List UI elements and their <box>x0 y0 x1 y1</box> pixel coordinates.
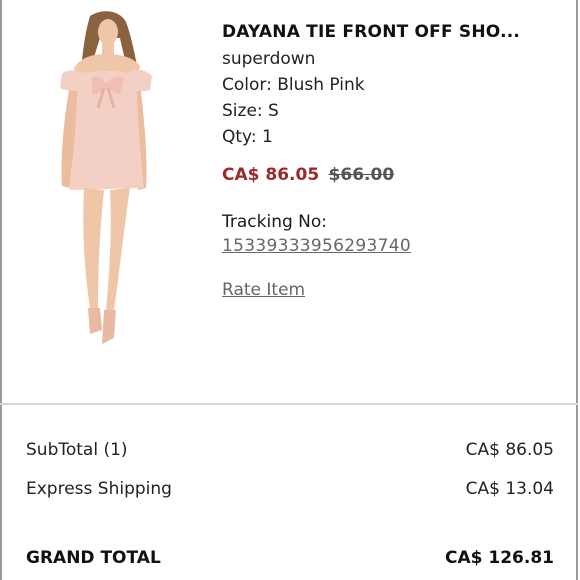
tracking-number-link[interactable]: 15339333956293740 <box>222 234 572 258</box>
product-details: DAYANA TIE FRONT OFF SHO... superdown Co… <box>222 18 572 302</box>
rate-item-link[interactable]: Rate Item <box>222 278 305 302</box>
price-row: CA$ 86.05 $66.00 <box>222 162 572 188</box>
product-title[interactable]: DAYANA TIE FRONT OFF SHO... <box>222 18 572 46</box>
order-summary: SubTotal (1) CA$ 86.05 Express Shipping … <box>26 440 554 568</box>
model-face <box>98 19 118 45</box>
tracking-label: Tracking No: <box>222 212 328 232</box>
current-price: CA$ 86.05 <box>222 165 320 185</box>
product-size: Size: S <box>222 101 279 121</box>
shipping-label: Express Shipping <box>26 479 172 499</box>
subtotal-value: CA$ 86.05 <box>465 440 554 460</box>
product-qty: Qty: 1 <box>222 127 273 147</box>
section-divider <box>0 403 578 405</box>
subtotal-label: SubTotal (1) <box>26 440 128 460</box>
grand-total-label: GRAND TOTAL <box>26 548 161 568</box>
shipping-row: Express Shipping CA$ 13.04 <box>26 479 554 518</box>
subtotal-row: SubTotal (1) CA$ 86.05 <box>26 440 554 479</box>
product-color: Color: Blush Pink <box>222 75 365 95</box>
product-image[interactable] <box>40 8 170 356</box>
shipping-value: CA$ 13.04 <box>465 479 554 499</box>
grand-total-row: GRAND TOTAL CA$ 126.81 <box>26 548 554 568</box>
grand-total-value: CA$ 126.81 <box>445 548 554 568</box>
original-price: $66.00 <box>328 165 395 185</box>
product-brand: superdown <box>222 49 316 69</box>
